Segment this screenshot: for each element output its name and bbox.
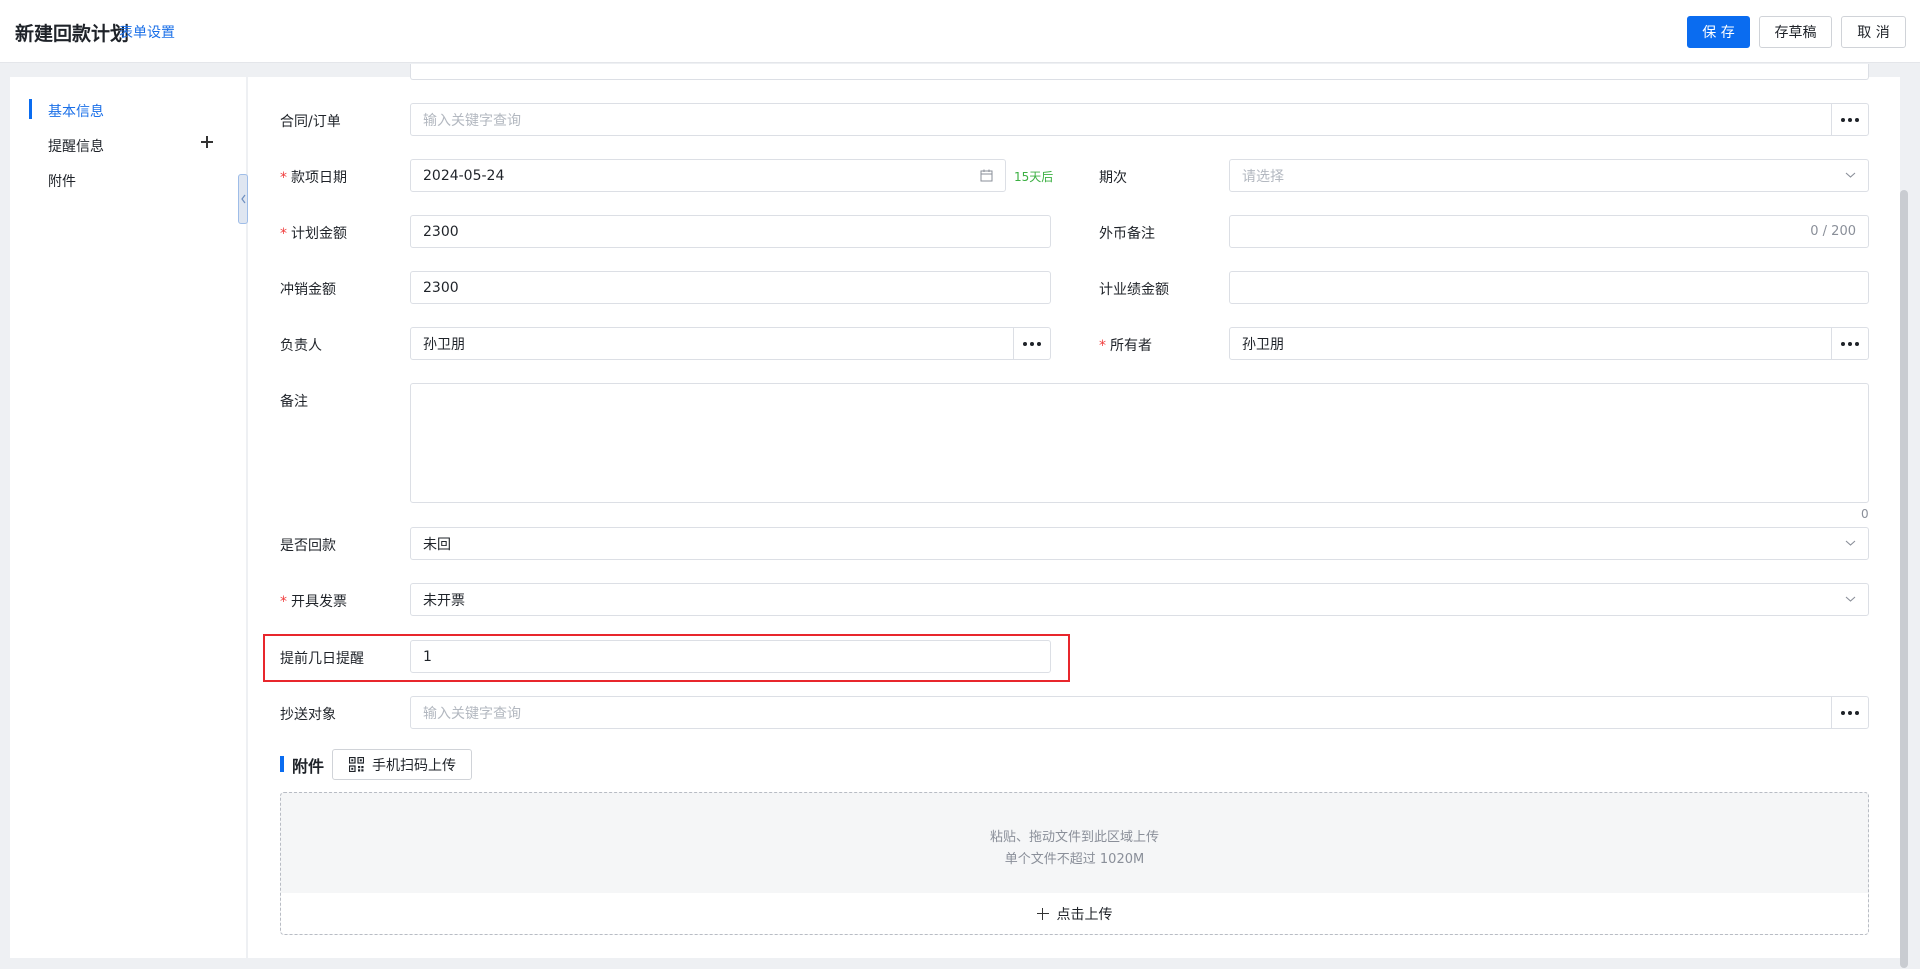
more-options-button[interactable] (1831, 697, 1868, 728)
click-upload-button[interactable]: 点击上传 (281, 893, 1868, 934)
is-paid-label: 是否回款 (280, 538, 336, 554)
days-later-tag: 15天后 (1014, 170, 1054, 184)
cc-label: 抄送对象 (280, 707, 336, 723)
plus-icon (1036, 907, 1049, 920)
owner-person-label: 负责人 (280, 338, 322, 354)
holder-input[interactable]: 孙卫朋 (1229, 327, 1869, 360)
fx-note-input[interactable]: 0 / 200 (1229, 215, 1869, 248)
is-paid-value: 未回 (423, 536, 451, 553)
calendar-icon (980, 169, 993, 182)
click-upload-label: 点击上传 (1056, 906, 1113, 923)
offset-amount-label: 冲销金额 (280, 282, 336, 298)
form-settings-link[interactable]: 表单设置 (119, 22, 175, 42)
chevron-down-icon (1845, 596, 1856, 602)
qr-code-icon (349, 757, 364, 772)
plus-icon[interactable] (198, 133, 216, 151)
vertical-scrollbar[interactable] (1900, 190, 1908, 968)
save-button[interactable]: 保 存 (1687, 16, 1750, 48)
drop-hint: 粘贴、拖动文件到此区域上传 (989, 830, 1159, 845)
more-options-button[interactable] (1831, 104, 1868, 135)
plan-amount-label: * 计划金额 (280, 226, 347, 242)
page-title: 新建回款计划 (15, 23, 130, 45)
nav-item-reminder-info[interactable]: 提醒信息 (48, 136, 104, 156)
is-paid-select[interactable]: 未回 (410, 527, 1869, 560)
cc-input[interactable]: 输入关键字查询 (410, 696, 1869, 729)
due-date-input[interactable]: 2024-05-24 (410, 159, 1006, 192)
file-size-hint: 单个文件不超过 1020M (1004, 852, 1145, 867)
perf-amount-label: 计业绩金额 (1099, 282, 1169, 298)
contract-label: 合同/订单 (280, 114, 341, 130)
previous-field-input[interactable] (410, 64, 1869, 80)
more-options-button[interactable] (1013, 328, 1050, 359)
offset-amount-value: 2300 (423, 279, 459, 296)
invoice-label-text: 开具发票 (291, 594, 347, 610)
remind-days-value: 1 (423, 648, 432, 665)
nav-item-attachment[interactable]: 附件 (48, 171, 76, 191)
fx-note-count: 0 / 200 (1810, 224, 1856, 239)
due-date-label: * 款项日期 (280, 170, 347, 186)
owner-person-input[interactable]: 孙卫朋 (410, 327, 1051, 360)
section-indicator (280, 756, 284, 772)
remind-days-input[interactable]: 1 (410, 640, 1051, 673)
period-placeholder: 请选择 (1242, 168, 1284, 185)
contract-input[interactable]: 输入关键字查询 (410, 103, 1869, 136)
contract-placeholder: 输入关键字查询 (423, 112, 521, 129)
qr-upload-label: 手机扫码上传 (372, 757, 456, 774)
file-drop-zone[interactable]: 粘贴、拖动文件到此区域上传 单个文件不超过 1020M 点击上传 (280, 792, 1869, 935)
remind-days-label: 提前几日提醒 (280, 651, 364, 667)
remark-label: 备注 (280, 394, 308, 410)
save-draft-button[interactable]: 存草稿 (1759, 16, 1832, 48)
holder-label-text: 所有者 (1110, 338, 1152, 354)
holder-value: 孙卫朋 (1242, 336, 1284, 353)
invoice-value: 未开票 (423, 592, 465, 609)
period-label: 期次 (1099, 170, 1127, 186)
cancel-button[interactable]: 取 消 (1841, 16, 1906, 48)
chevron-down-icon (1845, 172, 1856, 178)
period-select[interactable]: 请选择 (1229, 159, 1869, 192)
plan-amount-value: 2300 (423, 223, 459, 240)
chevron-down-icon (1845, 540, 1856, 546)
fx-note-label: 外币备注 (1099, 226, 1155, 242)
invoice-label: * 开具发票 (280, 594, 347, 610)
attachment-section-title: 附件 (292, 757, 325, 776)
offset-amount-input[interactable]: 2300 (410, 271, 1051, 304)
more-options-button[interactable] (1831, 328, 1868, 359)
nav-item-basic-info[interactable]: 基本信息 (48, 101, 104, 121)
chevron-left-icon (241, 194, 246, 204)
owner-person-value: 孙卫朋 (423, 336, 465, 353)
top-bar: 新建回款计划 表单设置 保 存 存草稿 取 消 (0, 0, 1920, 63)
plan-amount-label-text: 计划金额 (291, 226, 347, 242)
cc-placeholder: 输入关键字查询 (423, 705, 521, 722)
perf-amount-input[interactable] (1229, 271, 1869, 304)
remark-count: 0 (1861, 507, 1869, 521)
invoice-select[interactable]: 未开票 (410, 583, 1869, 616)
nav-active-indicator (29, 99, 32, 119)
collapse-sidebar-handle[interactable] (238, 174, 248, 224)
holder-label: * 所有者 (1099, 338, 1152, 354)
section-nav: 基本信息 提醒信息 附件 (10, 77, 246, 958)
qr-upload-button[interactable]: 手机扫码上传 (332, 749, 472, 780)
due-date-value: 2024-05-24 (423, 167, 505, 184)
remark-textarea[interactable] (410, 383, 1869, 503)
due-date-label-text: 款项日期 (291, 170, 347, 186)
plan-amount-input[interactable]: 2300 (410, 215, 1051, 248)
